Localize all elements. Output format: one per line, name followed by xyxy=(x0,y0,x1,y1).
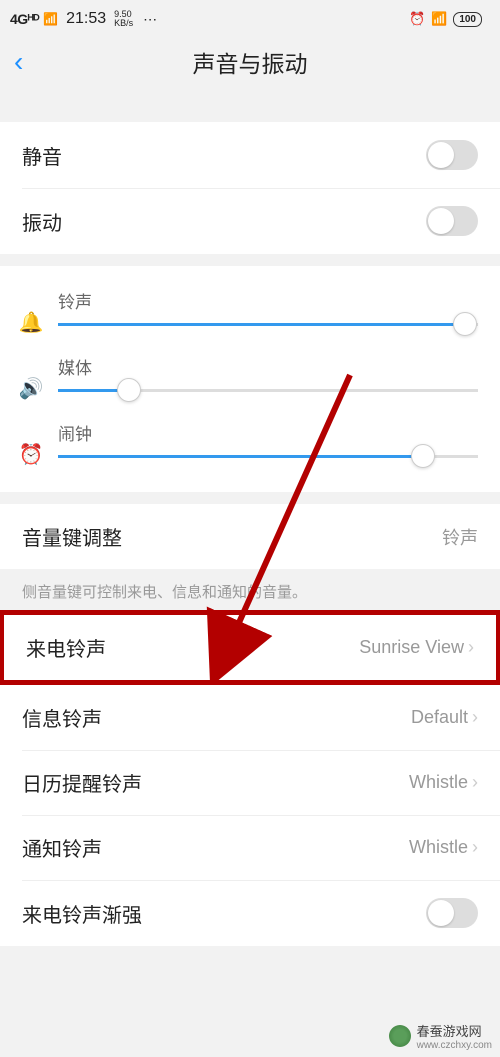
watermark-logo-icon xyxy=(389,1025,411,1047)
ascending-ringtone-row[interactable]: 来电铃声渐强 xyxy=(0,880,500,946)
volume-sliders-section: 🔔 铃声 🔊 媒体 ⏰ 闹钟 xyxy=(0,266,500,492)
message-ringtone-value: Default › xyxy=(411,707,478,728)
page-title: 声音与振动 xyxy=(0,45,500,79)
media-slider-row: 🔊 媒体 xyxy=(14,346,478,412)
ascending-toggle[interactable] xyxy=(426,898,478,928)
ringtones-section: 来电铃声 Sunrise View › 信息铃声 Default › 日历提醒铃… xyxy=(0,610,500,946)
watermark-site: 春蚕游戏网 xyxy=(417,1021,492,1040)
ringtone-slider-label: 铃声 xyxy=(58,288,478,313)
toggles-section: 静音 振动 xyxy=(0,122,500,254)
vibrate-row[interactable]: 振动 xyxy=(0,188,500,254)
incoming-ringtone-row[interactable]: 来电铃声 Sunrise View › xyxy=(4,615,496,680)
page-header: ‹ 声音与振动 xyxy=(0,34,500,90)
wifi-icon: 📶 xyxy=(431,11,447,27)
notification-ringtone-value: Whistle › xyxy=(409,837,478,858)
net-speed: 9.50KB/s xyxy=(114,10,133,28)
status-bar: 4Gᴴᴰ 📶 21:53 9.50KB/s ⋯ ⏰ 📶 100 xyxy=(0,0,500,34)
notification-ringtone-label: 通知铃声 xyxy=(22,833,102,862)
volume-key-section: 音量键调整 铃声 xyxy=(0,504,500,569)
media-slider-label: 媒体 xyxy=(58,354,478,379)
mute-label: 静音 xyxy=(22,141,62,170)
message-ringtone-label: 信息铃声 xyxy=(22,703,102,732)
bell-icon: 🔔 xyxy=(14,310,48,335)
ascending-ringtone-label: 来电铃声渐强 xyxy=(22,899,142,928)
speaker-icon: 🔊 xyxy=(14,376,48,401)
back-button[interactable]: ‹ xyxy=(14,46,23,78)
media-slider[interactable] xyxy=(58,389,478,392)
message-ringtone-row[interactable]: 信息铃声 Default › xyxy=(0,685,500,750)
alarm-icon: ⏰ xyxy=(409,11,425,27)
chevron-right-icon: › xyxy=(472,707,478,728)
mute-toggle[interactable] xyxy=(426,140,478,170)
volume-key-row[interactable]: 音量键调整 铃声 xyxy=(0,504,500,569)
highlight-annotation: 来电铃声 Sunrise View › xyxy=(0,610,500,685)
notification-ringtone-row[interactable]: 通知铃声 Whistle › xyxy=(0,815,500,880)
volume-key-hint: 侧音量键可控制来电、信息和通知的音量。 xyxy=(0,569,500,610)
network-type: 4Gᴴᴰ xyxy=(10,11,39,27)
alarm-clock-icon: ⏰ xyxy=(14,442,48,467)
vibrate-label: 振动 xyxy=(22,207,62,236)
incoming-ringtone-value: Sunrise View › xyxy=(359,637,474,658)
signal-bars-icon: 📶 xyxy=(43,12,58,26)
chevron-right-icon: › xyxy=(472,837,478,858)
battery-indicator: 100 xyxy=(453,12,482,27)
mute-row[interactable]: 静音 xyxy=(0,122,500,188)
calendar-ringtone-label: 日历提醒铃声 xyxy=(22,768,142,797)
ringtone-slider[interactable] xyxy=(58,323,478,326)
watermark: 春蚕游戏网 www.czchxy.com xyxy=(389,1021,492,1051)
alarm-slider-label: 闹钟 xyxy=(58,420,478,445)
alarm-slider[interactable] xyxy=(58,455,478,458)
clock: 21:53 xyxy=(66,10,106,28)
chevron-right-icon: › xyxy=(468,637,474,658)
more-icon: ⋯ xyxy=(143,11,158,28)
calendar-ringtone-row[interactable]: 日历提醒铃声 Whistle › xyxy=(0,750,500,815)
vibrate-toggle[interactable] xyxy=(426,206,478,236)
alarm-slider-row: ⏰ 闹钟 xyxy=(14,412,478,478)
watermark-url: www.czchxy.com xyxy=(417,1040,492,1051)
ringtone-slider-row: 🔔 铃声 xyxy=(14,280,478,346)
calendar-ringtone-value: Whistle › xyxy=(409,772,478,793)
volume-key-value: 铃声 xyxy=(442,524,478,550)
chevron-right-icon: › xyxy=(472,772,478,793)
incoming-ringtone-label: 来电铃声 xyxy=(26,633,106,662)
volume-key-label: 音量键调整 xyxy=(22,522,122,551)
